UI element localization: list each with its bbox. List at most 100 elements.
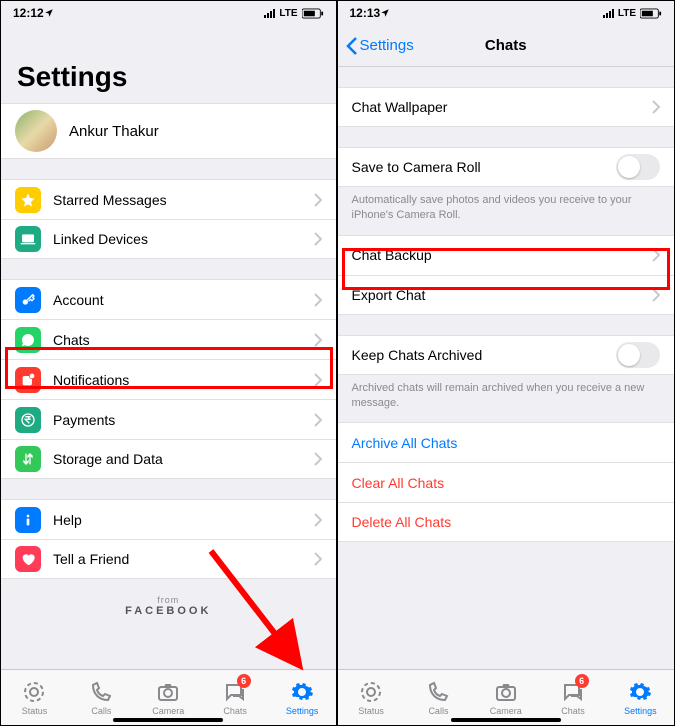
home-indicator <box>451 718 561 722</box>
nav-bar: Settings Chats <box>338 25 675 67</box>
tell-friend-row[interactable]: Tell a Friend <box>1 539 336 579</box>
tab-label: Settings <box>286 706 319 716</box>
cell-label: Save to Camera Roll <box>352 159 617 175</box>
linked-devices-row[interactable]: Linked Devices <box>1 219 336 259</box>
nav-title: Chats <box>485 37 527 54</box>
chevron-right-icon <box>652 288 660 302</box>
keep-archived-toggle[interactable] <box>616 342 660 368</box>
laptop-icon <box>15 226 41 252</box>
chat-wallpaper-row[interactable]: Chat Wallpaper <box>338 87 675 127</box>
keep-archived-row[interactable]: Keep Chats Archived <box>338 335 675 375</box>
help-row[interactable]: Help <box>1 499 336 539</box>
clock: 12:13 <box>350 6 381 20</box>
cell-label: Notifications <box>53 372 314 388</box>
status-bar: 12:12 LTE <box>1 1 336 25</box>
keep-archived-note: Archived chats will remain archived when… <box>338 375 675 413</box>
chats-settings-screen: 12:13 LTE Settings Chats Chat Wallpaper <box>338 1 675 725</box>
cell-label: Payments <box>53 412 314 428</box>
cell-label: Chats <box>53 332 314 348</box>
facebook-label: FACEBOOK <box>1 605 336 623</box>
tab-chats[interactable]: 6 Chats <box>202 670 269 725</box>
gear-icon <box>628 680 652 704</box>
tab-camera[interactable]: Camera <box>135 670 202 725</box>
chevron-right-icon <box>314 413 322 427</box>
chat-backup-row[interactable]: Chat Backup <box>338 235 675 275</box>
save-camera-roll-row[interactable]: Save to Camera Roll <box>338 147 675 187</box>
network-label: LTE <box>279 8 297 19</box>
tab-settings[interactable]: Settings <box>269 670 336 725</box>
signal-icon <box>264 8 275 18</box>
camera-icon <box>494 680 518 704</box>
cell-label: Chat Backup <box>352 247 653 263</box>
tab-camera[interactable]: Camera <box>472 670 539 725</box>
battery-icon <box>640 8 662 19</box>
heart-icon <box>15 546 41 572</box>
tab-label: Calls <box>428 706 448 716</box>
chevron-left-icon <box>346 37 358 55</box>
badge: 6 <box>237 674 251 688</box>
archive-all-row[interactable]: Archive All Chats <box>338 422 675 462</box>
tab-status[interactable]: Status <box>338 670 405 725</box>
chats-row[interactable]: Chats <box>1 319 336 359</box>
rupee-icon <box>15 407 41 433</box>
back-button[interactable]: Settings <box>346 37 414 55</box>
badge: 6 <box>575 674 589 688</box>
tab-chats[interactable]: 6 Chats <box>539 670 606 725</box>
status-icon <box>22 680 46 704</box>
phone-icon <box>426 680 450 704</box>
clear-all-row[interactable]: Clear All Chats <box>338 462 675 502</box>
back-label: Settings <box>360 37 414 54</box>
chevron-right-icon <box>314 333 322 347</box>
delete-all-row[interactable]: Delete All Chats <box>338 502 675 542</box>
cell-label: Help <box>53 512 314 528</box>
phone-icon <box>89 680 113 704</box>
tab-label: Camera <box>152 706 184 716</box>
profile-name-label: Ankur Thakur <box>69 123 159 140</box>
tab-settings[interactable]: Settings <box>607 670 674 725</box>
tab-label: Settings <box>624 706 657 716</box>
page-title: Settings <box>1 25 336 103</box>
account-row[interactable]: Account <box>1 279 336 319</box>
tab-label: Chats <box>223 706 247 716</box>
info-icon <box>15 507 41 533</box>
cell-label: Chat Wallpaper <box>352 99 653 115</box>
battery-icon <box>302 8 324 19</box>
status-icon <box>359 680 383 704</box>
save-camera-roll-toggle[interactable] <box>616 154 660 180</box>
notifications-row[interactable]: Notifications <box>1 359 336 399</box>
camera-icon <box>156 680 180 704</box>
cell-label: Export Chat <box>352 287 653 303</box>
cell-label: Linked Devices <box>53 231 314 247</box>
profile-row[interactable]: Ankur Thakur <box>1 103 336 159</box>
cell-label: Storage and Data <box>53 451 314 467</box>
tab-bar: Status Calls Camera 6 Chats Settings <box>1 669 336 725</box>
cell-label: Delete All Chats <box>352 514 661 530</box>
chevron-right-icon <box>314 293 322 307</box>
tab-calls[interactable]: Calls <box>405 670 472 725</box>
cell-label: Starred Messages <box>53 192 314 208</box>
cell-label: Keep Chats Archived <box>352 347 617 363</box>
cell-label: Tell a Friend <box>53 551 314 567</box>
star-icon <box>15 187 41 213</box>
key-icon <box>15 287 41 313</box>
network-label: LTE <box>618 8 636 19</box>
clock: 12:12 <box>13 6 44 20</box>
gear-icon <box>290 680 314 704</box>
starred-messages-row[interactable]: Starred Messages <box>1 179 336 219</box>
export-chat-row[interactable]: Export Chat <box>338 275 675 315</box>
save-camera-roll-note: Automatically save photos and videos you… <box>338 187 675 225</box>
whatsapp-icon <box>15 327 41 353</box>
chevron-right-icon <box>314 232 322 246</box>
status-bar: 12:13 LTE <box>338 1 675 25</box>
settings-screen: 12:12 LTE Settings Ankur Thakur Starred … <box>1 1 338 725</box>
tab-label: Camera <box>490 706 522 716</box>
storage-data-row[interactable]: Storage and Data <box>1 439 336 479</box>
tab-calls[interactable]: Calls <box>68 670 135 725</box>
chevron-right-icon <box>314 452 322 466</box>
chevron-right-icon <box>314 552 322 566</box>
tab-status[interactable]: Status <box>1 670 68 725</box>
tab-bar: Status Calls Camera 6 Chats Settings <box>338 669 675 725</box>
home-indicator <box>113 718 223 722</box>
tab-label: Chats <box>561 706 585 716</box>
payments-row[interactable]: Payments <box>1 399 336 439</box>
